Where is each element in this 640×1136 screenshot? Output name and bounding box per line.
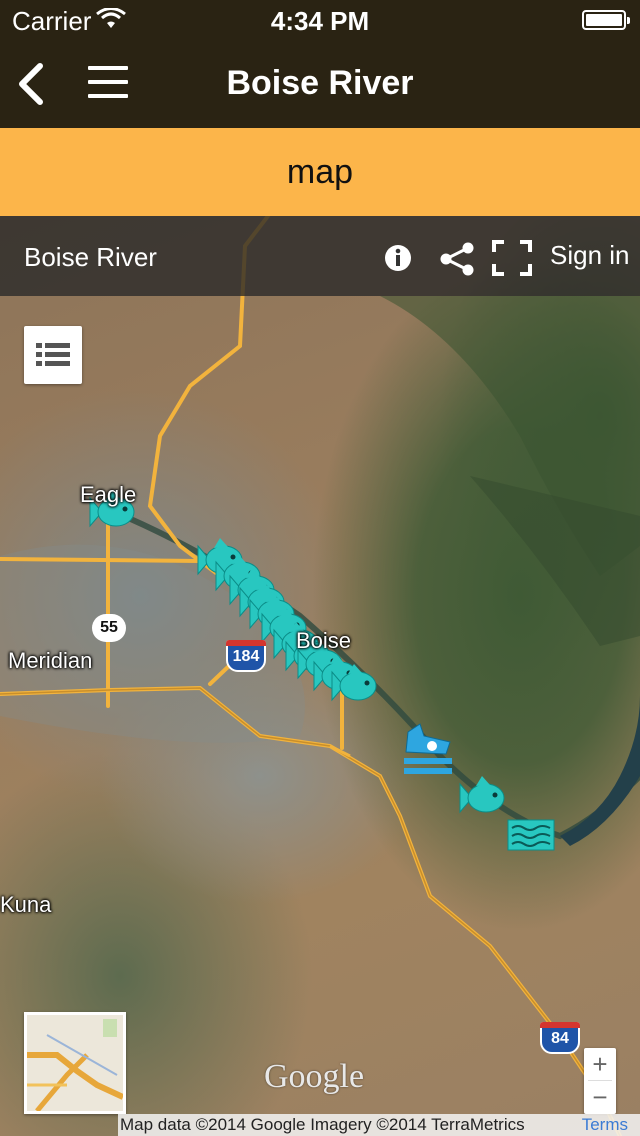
map-title-bar: Boise River Sign in [0,216,640,296]
fullscreen-icon[interactable] [492,240,532,276]
map-type-toggle[interactable] [24,1012,126,1114]
page-title: Boise River [226,64,414,102]
tab-map[interactable]: map [0,128,640,216]
layers-list-button[interactable] [24,326,82,384]
zoom-out-button[interactable]: − [584,1081,616,1113]
list-icon [36,343,70,366]
clock: 4:34 PM [270,6,370,36]
share-icon[interactable] [438,242,476,276]
battery-icon [582,10,630,30]
zoom-controls: + − [584,1048,616,1114]
route-55-shield: 55 [92,614,126,642]
boat-ramp-marker[interactable] [404,723,452,774]
google-logo: Google [264,1058,365,1095]
map-attribution: Map data ©2014 Google Imagery ©2014 Terr… [118,1114,640,1136]
status-bar: Carrier 4:34 PM [0,0,640,40]
roadmap-thumbnail [27,1015,125,1113]
zoom-in-button[interactable]: + [584,1048,616,1080]
place-label-eagle: Eagle [80,482,137,507]
info-icon[interactable] [384,244,412,272]
place-label-boise: Boise [296,628,352,653]
water-marker[interactable] [507,819,555,851]
map-view[interactable]: Eagle Meridian Boise Kuna 55 184 84 Bois… [0,216,640,1136]
route-84-shield: 84 [540,1022,580,1054]
navigation-bar: Boise River [0,40,640,128]
sign-in-link[interactable]: Sign in [550,240,630,271]
attribution-text: Map data ©2014 Google Imagery ©2014 Terr… [120,1115,525,1134]
place-label-kuna: Kuna [0,892,52,917]
place-label-meridian: Meridian [8,648,93,673]
route-184-shield: 184 [226,640,266,672]
map-overlay [0,216,640,1136]
terms-link[interactable]: Terms [582,1114,628,1136]
map-title: Boise River [24,242,157,272]
